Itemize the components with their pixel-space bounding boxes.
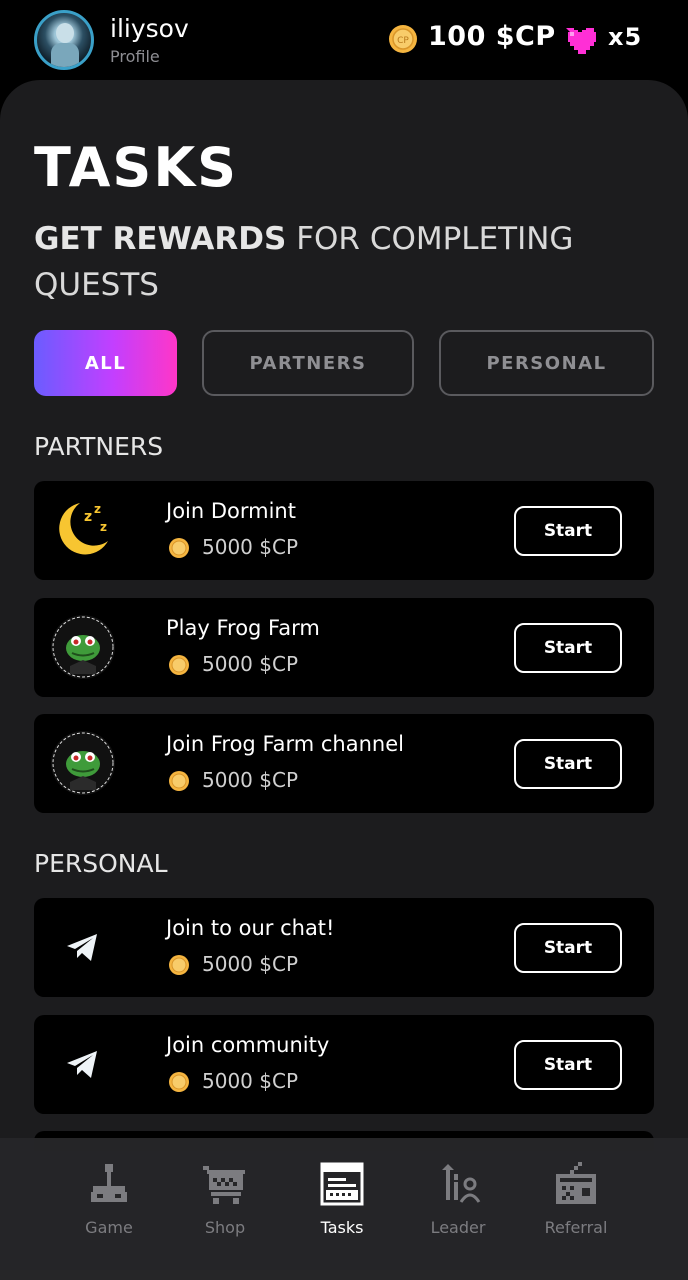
nav-label: Referral — [544, 1218, 608, 1237]
profile-label[interactable]: Profile — [110, 47, 160, 66]
nav-item-tasks[interactable]: Tasks — [287, 1160, 397, 1240]
start-button[interactable]: Start — [514, 923, 622, 973]
filter-partners[interactable]: PARTNERS — [202, 330, 414, 396]
joystick-icon — [91, 1164, 127, 1202]
avatar-head — [56, 23, 74, 43]
svg-text:z: z — [94, 502, 101, 516]
balance-value: 100 $CP — [428, 21, 556, 52]
coin-icon — [169, 655, 189, 675]
task-reward: 5000 $CP — [202, 535, 299, 559]
task-name: Join Frog Farm channel — [166, 732, 404, 756]
task-name: Join to our chat! — [166, 916, 335, 940]
task-reward: 5000 $CP — [202, 952, 299, 976]
task-name: Join community — [166, 1033, 330, 1057]
frog-farm-icon — [50, 730, 116, 796]
lives-count: x5 — [608, 23, 643, 51]
nav-item-game[interactable]: Game — [54, 1160, 164, 1240]
section-heading-personal: PERSONAL — [34, 849, 168, 878]
nav-label: Game — [85, 1218, 133, 1237]
start-button[interactable]: Start — [514, 623, 622, 673]
top-bar: iliysov Profile CP 100 $CP x5 — [0, 0, 688, 80]
task-name: Play Frog Farm — [166, 616, 320, 640]
nav-item-referral[interactable]: Referral — [521, 1160, 631, 1240]
moon-icon: z z z — [50, 497, 116, 563]
start-button[interactable]: Start — [514, 1040, 622, 1090]
nav-item-leader[interactable]: Leader — [403, 1160, 513, 1240]
subtitle-bold: GET REWARDS — [34, 221, 287, 257]
radio-icon — [556, 1162, 596, 1204]
leader-icon — [442, 1164, 481, 1203]
coin-icon — [169, 771, 189, 791]
page-title: TASKS — [34, 136, 239, 199]
task-reward: 5000 $CP — [202, 768, 299, 792]
svg-text:z: z — [84, 509, 92, 525]
task-reward: 5000 $CP — [202, 652, 299, 676]
filter-personal[interactable]: PERSONAL — [439, 330, 654, 396]
avatar[interactable] — [34, 10, 94, 70]
avatar-body — [51, 43, 79, 67]
svg-text:z: z — [100, 520, 107, 534]
nav-label: Shop — [204, 1218, 246, 1237]
filter-all[interactable]: ALL — [34, 330, 177, 396]
svg-text:CP: CP — [397, 36, 409, 46]
coin-icon — [169, 1072, 189, 1092]
start-button[interactable]: Start — [514, 739, 622, 789]
heart-icon — [566, 28, 596, 54]
section-heading-partners: PARTNERS — [34, 432, 164, 461]
coin-icon — [169, 955, 189, 975]
frog-farm-icon — [50, 614, 116, 680]
task-card: z z z Join Dormint 5000 $CP Start — [34, 481, 654, 580]
coin-icon: CP — [389, 25, 417, 53]
cart-icon — [203, 1166, 245, 1204]
nav-label: Leader — [430, 1218, 486, 1237]
task-reward: 5000 $CP — [202, 1069, 299, 1093]
task-card: Join community 5000 $CP Start — [34, 1015, 654, 1114]
nav-item-shop[interactable]: Shop — [170, 1160, 280, 1240]
username[interactable]: iliysov — [110, 14, 189, 43]
task-card: Join Frog Farm channel 5000 $CP Start — [34, 714, 654, 813]
task-name: Join Dormint — [166, 499, 296, 523]
task-card: Play Frog Farm 5000 $CP Start — [34, 598, 654, 697]
tasks-icon — [320, 1162, 364, 1206]
telegram-icon — [50, 1031, 116, 1097]
start-button[interactable]: Start — [514, 506, 622, 556]
nav-label: Tasks — [320, 1218, 364, 1237]
task-card: Join to our chat! 5000 $CP Start — [34, 898, 654, 997]
telegram-icon — [50, 914, 116, 980]
page-subtitle: GET REWARDS FOR COMPLETING QUESTS — [34, 216, 654, 308]
coin-icon — [169, 538, 189, 558]
